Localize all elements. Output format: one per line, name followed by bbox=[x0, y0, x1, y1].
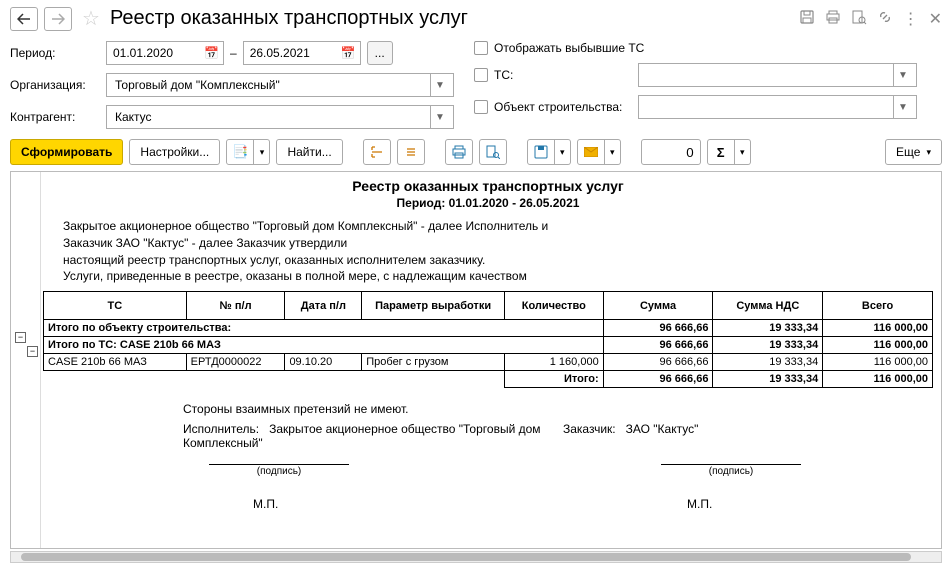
executor-signature: (подпись) bbox=[209, 464, 349, 477]
close-icon[interactable]: ✕ bbox=[929, 9, 942, 29]
period-label: Период: bbox=[10, 46, 100, 60]
link-icon[interactable] bbox=[877, 9, 893, 29]
ts-select[interactable]: ▼ bbox=[638, 63, 917, 87]
outline-column: − − bbox=[11, 172, 41, 548]
contr-value: Кактус bbox=[111, 106, 431, 128]
generate-button[interactable]: Сформировать bbox=[10, 139, 123, 165]
save-icon[interactable] bbox=[799, 9, 815, 29]
outline-toggle-1[interactable]: − bbox=[15, 332, 26, 343]
mp-left: М.П. bbox=[253, 497, 313, 511]
report-table: ТС № п/л Дата п/л Параметр выработки Кол… bbox=[43, 291, 933, 388]
grand-total-row: Итого: 96 666,66 19 333,34 116 000,00 bbox=[44, 371, 933, 388]
col-total: Всего bbox=[823, 292, 933, 320]
date-from-field[interactable]: 📅 bbox=[106, 41, 224, 65]
horizontal-scrollbar[interactable] bbox=[10, 551, 942, 563]
date-separator: – bbox=[230, 46, 237, 60]
date-from-input[interactable] bbox=[111, 45, 191, 61]
customer-block: Заказчик: ЗАО "Кактус" bbox=[563, 422, 823, 450]
claims-text: Стороны взаимных претензий не имеют. bbox=[183, 402, 933, 416]
show-retired-label: Отображать выбывшие ТС bbox=[494, 41, 644, 55]
dropdown-icon[interactable]: ▼ bbox=[894, 64, 912, 86]
print-button[interactable] bbox=[445, 139, 473, 165]
subtotal-ts-row: Итого по ТС: CASE 210b 66 МАЗ 96 666,66 … bbox=[44, 337, 933, 354]
outline-toggle-2[interactable]: − bbox=[27, 346, 38, 357]
nav-back-button[interactable] bbox=[10, 7, 38, 31]
calendar-icon[interactable]: 📅 bbox=[341, 46, 356, 60]
col-param: Параметр выработки bbox=[362, 292, 505, 320]
table-row: CASE 210b 66 МАЗ ЕРТД0000022 09.10.20 Пр… bbox=[44, 354, 933, 371]
report-title: Реестр оказанных транспортных услуг bbox=[43, 178, 933, 194]
sigma-button[interactable]: Σ ▾ bbox=[707, 139, 751, 165]
more-button[interactable]: Еще ▾ bbox=[885, 139, 942, 165]
contr-label: Контрагент: bbox=[10, 110, 100, 124]
org-select[interactable]: Торговый дом "Комплексный" ▼ bbox=[106, 73, 454, 97]
report-subtitle: Период: 01.01.2020 - 26.05.2021 bbox=[43, 196, 933, 210]
save-variant-button[interactable]: ▾ bbox=[527, 139, 571, 165]
send-button[interactable]: ▾ bbox=[577, 139, 621, 165]
dropdown-icon[interactable]: ▼ bbox=[431, 74, 449, 96]
contr-select[interactable]: Кактус ▼ bbox=[106, 105, 454, 129]
show-retired-checkbox[interactable] bbox=[474, 41, 488, 55]
dropdown-icon[interactable]: ▼ bbox=[431, 106, 449, 128]
page-title: Реестр оказанных транспортных услуг bbox=[110, 7, 793, 30]
period-picker-button[interactable]: ... bbox=[367, 41, 393, 65]
date-to-field[interactable]: 📅 bbox=[243, 41, 361, 65]
org-value: Торговый дом "Комплексный" bbox=[111, 74, 431, 96]
report-area: − − Реестр оказанных транспортных услуг … bbox=[10, 171, 942, 549]
ts-filter-checkbox[interactable] bbox=[474, 68, 488, 82]
dropdown-icon[interactable]: ▼ bbox=[894, 96, 912, 118]
find-button[interactable]: Найти... bbox=[276, 139, 342, 165]
ts-label: ТС: bbox=[494, 68, 632, 82]
variants-button[interactable]: 📑 ▾ bbox=[226, 139, 270, 165]
kebab-icon[interactable]: ⋮ bbox=[903, 9, 919, 29]
preview-icon[interactable] bbox=[851, 9, 867, 29]
collapse-all-button[interactable] bbox=[397, 139, 425, 165]
col-num: № п/л bbox=[186, 292, 285, 320]
object-label: Объект строительства: bbox=[494, 100, 632, 114]
sum-value-input[interactable] bbox=[641, 139, 701, 165]
col-sum: Сумма bbox=[603, 292, 713, 320]
report-intro: Закрытое акционерное общество "Торговый … bbox=[63, 218, 933, 285]
object-select[interactable]: ▼ bbox=[638, 95, 917, 119]
expand-all-button[interactable] bbox=[363, 139, 391, 165]
subtotal-object-row: Итого по объекту строительства: 96 666,6… bbox=[44, 320, 933, 337]
nav-forward-button[interactable] bbox=[44, 7, 72, 31]
executor-block: Исполнитель: Закрытое акционерное общест… bbox=[183, 422, 563, 450]
col-ts: ТС bbox=[44, 292, 187, 320]
date-to-input[interactable] bbox=[248, 45, 328, 61]
col-qty: Количество bbox=[504, 292, 603, 320]
calendar-icon[interactable]: 📅 bbox=[204, 46, 219, 60]
settings-button[interactable]: Настройки... bbox=[129, 139, 220, 165]
col-date: Дата п/л bbox=[285, 292, 362, 320]
customer-signature: (подпись) bbox=[661, 464, 801, 477]
preview-button[interactable] bbox=[479, 139, 507, 165]
mp-right: М.П. bbox=[687, 497, 747, 511]
col-nds: Сумма НДС bbox=[713, 292, 823, 320]
org-label: Организация: bbox=[10, 78, 100, 92]
object-filter-checkbox[interactable] bbox=[474, 100, 488, 114]
favorite-star-icon[interactable]: ☆ bbox=[82, 6, 100, 31]
print-icon[interactable] bbox=[825, 9, 841, 29]
